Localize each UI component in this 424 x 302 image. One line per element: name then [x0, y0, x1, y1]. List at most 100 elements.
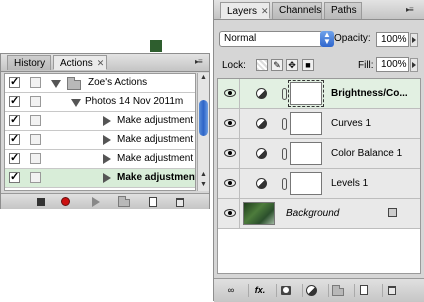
mask-link-icon[interactable] [282, 118, 287, 130]
layers-panel: Layers ✕ Channels Paths ▸≡ Normal ▲ ▼ Opac… [213, 0, 424, 302]
collapsed-triangle-icon[interactable] [103, 135, 111, 145]
fill-slider-icon[interactable] [410, 58, 418, 72]
action-row[interactable]: ✓ Make adjustment l... [5, 150, 195, 169]
folder-icon [67, 77, 81, 90]
tab-actions[interactable]: Actions ✕ [53, 55, 107, 70]
action-row[interactable]: ✓ Zoe's Actions [5, 74, 195, 93]
visibility-eye-icon[interactable] [220, 169, 240, 198]
toggle-item-checkbox[interactable]: ✓ [9, 134, 20, 145]
collapsed-triangle-icon[interactable] [103, 116, 111, 126]
collapsed-triangle-icon[interactable] [103, 154, 111, 164]
play-icon[interactable] [89, 196, 103, 207]
layer-mask-thumbnail[interactable] [288, 80, 324, 107]
visibility-eye-icon[interactable] [220, 199, 240, 228]
tab-history[interactable]: History [7, 55, 51, 70]
tab-paths[interactable]: Paths [324, 2, 362, 19]
toggle-dialog-checkbox[interactable] [30, 115, 41, 126]
lock-position-icon[interactable]: ✥ [286, 59, 298, 71]
new-action-icon[interactable] [146, 196, 160, 207]
stop-icon[interactable] [34, 196, 48, 207]
layer-name[interactable]: Levels 1 [331, 178, 368, 189]
scroll-thumb[interactable] [199, 100, 208, 136]
scroll-up-icon[interactable]: ▲ [199, 171, 208, 179]
action-label: Make adjustment l... [117, 153, 195, 164]
layer-row[interactable]: Brightness/Co... [218, 79, 420, 109]
blend-mode-arrow-icon[interactable]: ▲ ▼ [320, 31, 334, 47]
collapsed-triangle-icon[interactable] [103, 173, 111, 183]
panel-menu-icon[interactable]: ▸≡ [406, 5, 414, 14]
toggle-dialog-checkbox[interactable] [30, 96, 41, 107]
adjustment-layer-icon [256, 118, 267, 129]
action-row[interactable]: ✓ Make adjustment l... [5, 131, 195, 150]
fill-field[interactable]: 100% [376, 57, 409, 72]
blend-mode-select[interactable]: Normal [219, 31, 323, 47]
layer-mask-thumbnail[interactable] [290, 142, 322, 165]
layer-mask-thumbnail[interactable] [290, 172, 322, 195]
actions-footer [1, 193, 209, 209]
layer-name[interactable]: Brightness/Co... [331, 88, 408, 99]
trash-icon[interactable] [382, 284, 401, 297]
mask-link-icon[interactable] [282, 178, 287, 190]
expanded-triangle-icon[interactable] [51, 80, 61, 88]
layer-name[interactable]: Color Balance 1 [331, 148, 402, 159]
action-row[interactable]: ✓ Photos 14 Nov 2011m [5, 93, 195, 112]
record-icon[interactable] [59, 196, 73, 207]
actions-scrollbar[interactable]: ▲ ▲ ▼ [197, 73, 209, 191]
layer-row[interactable]: Background [218, 199, 420, 229]
layer-name[interactable]: Background [286, 208, 339, 219]
action-row[interactable]: ✓ Make adjustment l... [5, 169, 195, 188]
visibility-eye-icon[interactable] [220, 109, 240, 138]
new-layer-icon[interactable] [354, 284, 373, 297]
visibility-eye-icon[interactable] [220, 79, 240, 108]
new-set-icon[interactable] [117, 196, 131, 207]
opacity-field[interactable]: 100% [376, 32, 409, 47]
toggle-item-checkbox[interactable]: ✓ [9, 115, 20, 126]
tab-layers[interactable]: Layers ✕ [220, 2, 270, 19]
layer-thumbnail[interactable] [243, 202, 275, 225]
visibility-eye-icon[interactable] [220, 139, 240, 168]
layer-row[interactable]: Curves 1 [218, 109, 420, 139]
scroll-down-icon[interactable]: ▼ [199, 181, 208, 189]
close-tab-icon[interactable]: ✕ [97, 58, 105, 68]
toggle-item-checkbox[interactable]: ✓ [9, 153, 20, 164]
layer-row[interactable]: Color Balance 1 [218, 139, 420, 169]
link-icon[interactable]: ∞ [222, 284, 240, 297]
lock-all-icon[interactable]: ■ [302, 59, 314, 71]
mask-icon[interactable] [276, 284, 295, 297]
layer-mask-thumbnail[interactable] [290, 112, 322, 135]
adjustment-icon[interactable] [302, 284, 321, 297]
toggle-dialog-checkbox[interactable] [30, 77, 41, 88]
trash-icon[interactable] [173, 196, 187, 207]
tab-channels-label: Channels [279, 5, 322, 16]
lock-transparent-icon[interactable] [256, 59, 268, 71]
layers-tabbar: Layers ✕ Channels Paths ▸≡ [214, 0, 424, 20]
toggle-dialog-checkbox[interactable] [30, 153, 41, 164]
toggle-dialog-checkbox[interactable] [30, 134, 41, 145]
fill-label: Fill: [358, 60, 374, 71]
action-label: Zoe's Actions [88, 77, 148, 88]
lock-image-icon[interactable]: ✎ [271, 59, 283, 71]
scroll-up-icon[interactable]: ▲ [199, 74, 208, 82]
toggle-item-checkbox[interactable]: ✓ [9, 77, 20, 88]
layer-row[interactable]: Levels 1 [218, 169, 420, 199]
lock-label: Lock: [222, 60, 246, 71]
lock-icon [388, 208, 397, 217]
adjustment-layer-icon [256, 148, 267, 159]
mask-link-icon[interactable] [282, 148, 287, 160]
opacity-slider-icon[interactable] [410, 33, 418, 47]
mask-link-icon[interactable] [282, 88, 287, 100]
toggle-dialog-checkbox[interactable] [30, 172, 41, 183]
close-tab-icon[interactable]: ✕ [261, 6, 269, 16]
tab-channels[interactable]: Channels [272, 2, 322, 19]
expanded-triangle-icon[interactable] [71, 99, 81, 107]
layers-list: Brightness/Co... Curves 1 Color Balance 1 L… [217, 78, 421, 274]
panel-menu-icon[interactable]: ▸≡ [195, 57, 203, 66]
toggle-item-checkbox[interactable]: ✓ [9, 96, 20, 107]
layer-name[interactable]: Curves 1 [331, 118, 371, 129]
fx-icon[interactable]: fx. [248, 284, 271, 297]
toggle-item-checkbox[interactable]: ✓ [9, 172, 20, 183]
opacity-value: 100% [381, 34, 407, 45]
blend-mode-value: Normal [224, 33, 257, 44]
action-row[interactable]: ✓ Make adjustment l... [5, 112, 195, 131]
group-icon[interactable] [328, 284, 347, 297]
